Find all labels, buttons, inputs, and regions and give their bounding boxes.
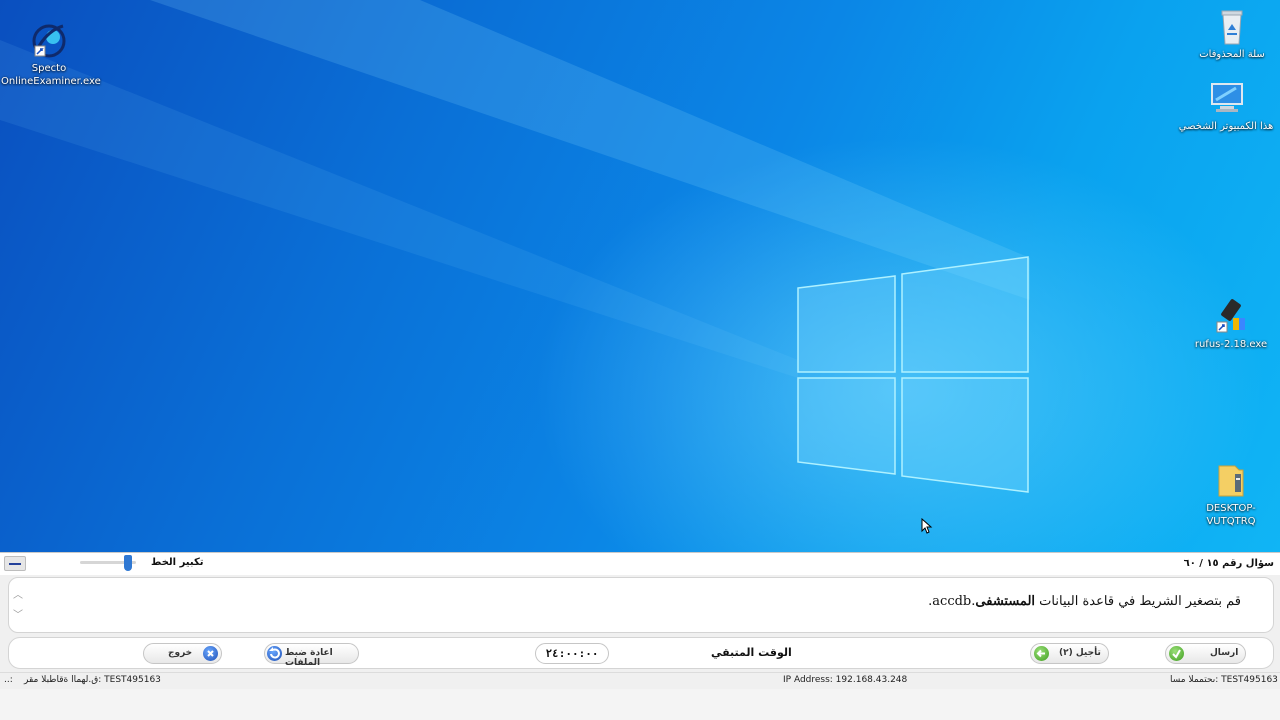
question-text-bold: المستشفى	[975, 594, 1036, 609]
desktop-icon-label: هذا الكمبيوتر الشخصي	[1178, 121, 1274, 132]
question-header: تكبير الخط سؤال رقم ١٥ / ٦٠	[0, 553, 1280, 575]
desktop-icon-label: rufus-2.18.exe	[1194, 339, 1268, 350]
reset-files-button-label: اعادة ضبط الملفات	[285, 648, 333, 668]
folder-icon	[1211, 460, 1251, 500]
question-text: قم بتصغير الشريط في قاعدة البيانات المست…	[928, 594, 1241, 609]
desktop-icon-label: DESKTOP-VUTQTRQ	[1206, 503, 1256, 527]
scroll-up-icon[interactable]: ︿	[11, 586, 25, 601]
status-card-number: ق.لهماا ةقاطبلا مقر: TEST495163	[24, 675, 161, 685]
font-zoom-label: تكبير الخط	[151, 557, 204, 568]
footer-strip	[0, 689, 1280, 720]
status-bar: ..: ق.لهماا ةقاطبلا مقر: TEST495163 IP A…	[0, 672, 1280, 688]
computer-icon	[1206, 78, 1246, 118]
desktop-icon-specto[interactable]: Specto OnlineExaminer.exe	[1, 20, 101, 88]
desktop-icon-label: OnlineExaminer.exe	[1, 76, 101, 87]
windows-logo-pane-br	[901, 377, 1029, 493]
desktop-icon-this-pc[interactable]: هذا الكمبيوتر الشخصي	[1178, 78, 1274, 133]
desktop-icon-label: Specto	[31, 63, 67, 74]
collapse-button[interactable]	[4, 556, 26, 571]
close-icon	[203, 646, 218, 661]
mouse-cursor-icon	[921, 518, 933, 534]
windows-wallpaper	[0, 0, 1030, 493]
check-icon	[1169, 646, 1184, 661]
reset-files-button[interactable]: اعادة ضبط الملفات	[264, 643, 359, 668]
windows-logo-pane-bl	[797, 377, 896, 475]
question-box: ︿ ﹀ قم بتصغير الشريط في قاعدة البيانات ا…	[8, 577, 1274, 633]
back-arrow-icon	[1034, 646, 1049, 661]
refresh-icon	[267, 646, 282, 661]
send-button-label: ارسال	[1210, 648, 1239, 658]
usb-drive-icon	[1211, 296, 1251, 336]
question-text-part: .accdb.	[928, 594, 976, 609]
question-text-part: قم بتصغير الشريط في قاعدة البيانات	[1035, 594, 1241, 609]
desktop-icon-recycle-bin[interactable]: سلة المحذوفات	[1184, 6, 1280, 61]
postpone-button[interactable]: تأجيل (٢)	[1030, 643, 1109, 664]
desktop: Specto OnlineExaminer.exe سلة المحذوفات …	[0, 0, 1280, 552]
exit-button-label: خروج	[168, 648, 193, 658]
desktop-icon-label: سلة المحذوفات	[1199, 49, 1265, 60]
windows-logo-pane-tl	[797, 275, 896, 373]
status-examinee-name: ىحتمملا مسا: TEST495163	[1170, 675, 1278, 685]
postpone-button-label: تأجيل (٢)	[1059, 648, 1101, 658]
desktop-icon-folder[interactable]: DESKTOP-VUTQTRQ	[1183, 460, 1279, 528]
exit-button[interactable]: خروج	[143, 643, 222, 664]
send-button[interactable]: ارسال	[1165, 643, 1246, 664]
specto-icon	[29, 20, 69, 60]
exam-toolbar: خروج اعادة ضبط الملفات ٢٤:٠٠:٠٠ الوقت ال…	[8, 637, 1274, 669]
remaining-time-label: الوقت المتبقي	[711, 646, 792, 659]
font-zoom-thumb[interactable]	[123, 555, 132, 571]
status-dots: ..:	[4, 675, 13, 685]
status-ip-address: IP Address: 192.168.43.248	[783, 675, 908, 685]
recycle-bin-icon	[1212, 6, 1252, 46]
question-number: سؤال رقم ١٥ / ٦٠	[1183, 558, 1274, 569]
desktop-icon-rufus[interactable]: rufus-2.18.exe	[1183, 296, 1279, 351]
examiner-panel: تكبير الخط سؤال رقم ١٥ / ٦٠ ︿ ﹀ قم بتصغي…	[0, 552, 1280, 720]
scroll-down-icon[interactable]: ﹀	[11, 606, 25, 621]
timer-display: ٢٤:٠٠:٠٠	[535, 643, 609, 664]
windows-logo-pane-tr	[901, 256, 1029, 373]
